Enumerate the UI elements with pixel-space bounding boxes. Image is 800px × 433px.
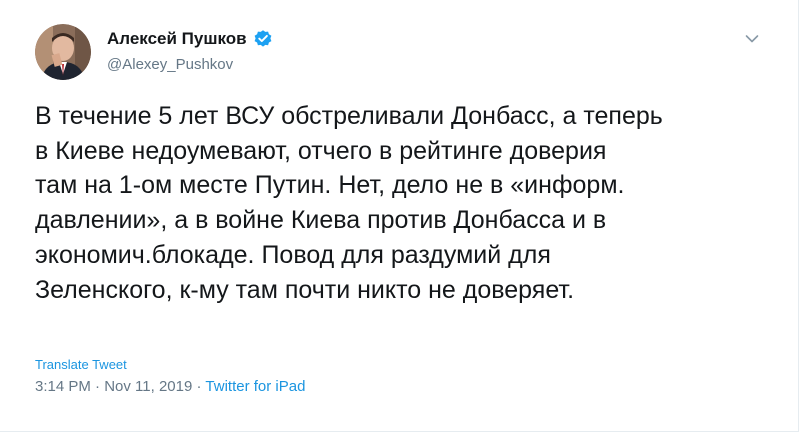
- author-name[interactable]: Алексей Пушков: [107, 29, 247, 49]
- tweet-metadata: 3:14 PM · Nov 11, 2019 · Twitter for iPa…: [35, 378, 305, 395]
- tweet-time[interactable]: 3:14 PM: [35, 378, 91, 395]
- avatar[interactable]: [35, 24, 91, 80]
- tweet-source-link[interactable]: Twitter for iPad: [205, 378, 305, 395]
- translate-tweet-link[interactable]: Translate Tweet: [35, 357, 127, 372]
- verified-badge-icon: [253, 29, 273, 49]
- tweet-card: Алексей Пушков @Alexey_Pushkov В течение…: [0, 0, 799, 432]
- chevron-down-icon[interactable]: [745, 31, 759, 43]
- avatar-image: [35, 24, 91, 80]
- tweet-date[interactable]: Nov 11, 2019: [104, 378, 192, 395]
- author-handle[interactable]: @Alexey_Pushkov: [107, 56, 233, 73]
- meta-separator: ·: [95, 378, 101, 395]
- author-row: Алексей Пушков: [107, 29, 273, 49]
- tweet-text: В течение 5 лет ВСУ обстреливали Донбасс…: [35, 102, 663, 304]
- meta-separator: ·: [196, 378, 202, 395]
